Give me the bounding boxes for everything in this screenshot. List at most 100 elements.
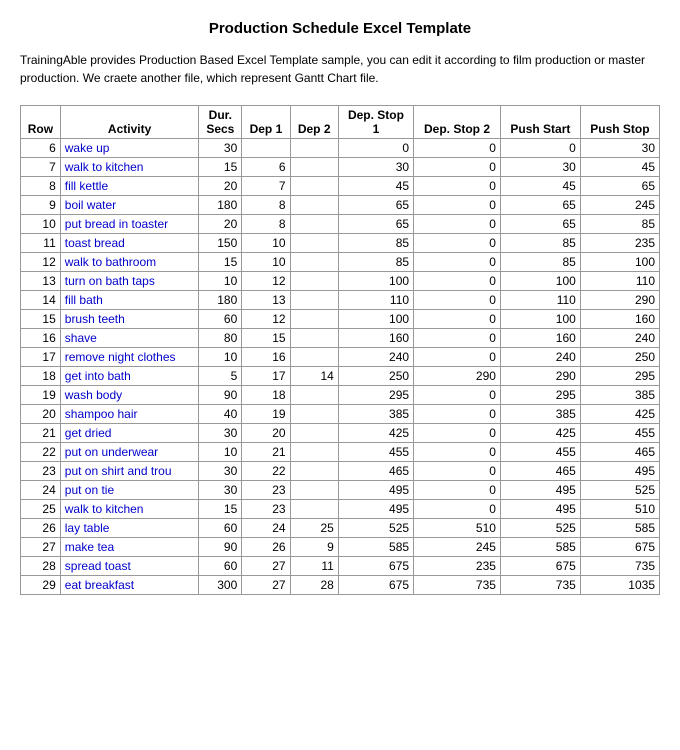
- cell-dur: 30: [199, 139, 242, 158]
- cell-row-number: 18: [21, 367, 61, 386]
- cell-row-number: 15: [21, 310, 61, 329]
- cell-activity: walk to bathroom: [60, 253, 199, 272]
- table-row: 20shampoo hair40193850385425: [21, 405, 660, 424]
- cell-activity: lay table: [60, 519, 199, 538]
- cell-row-number: 29: [21, 576, 61, 595]
- cell-dep-stop2: 0: [414, 177, 501, 196]
- table-row: 12walk to bathroom151085085100: [21, 253, 660, 272]
- cell-push-stop: 240: [580, 329, 659, 348]
- cell-push-stop: 735: [580, 557, 659, 576]
- cell-row-number: 22: [21, 443, 61, 462]
- cell-dep-stop2: 0: [414, 329, 501, 348]
- cell-dep2: [290, 386, 338, 405]
- cell-dep-stop1: 585: [338, 538, 413, 557]
- cell-dep1: 17: [242, 367, 290, 386]
- cell-push-start: 45: [500, 177, 580, 196]
- table-row: 11toast bread1501085085235: [21, 234, 660, 253]
- cell-dep1: 26: [242, 538, 290, 557]
- cell-push-start: 100: [500, 272, 580, 291]
- cell-push-start: 675: [500, 557, 580, 576]
- cell-dep-stop2: 735: [414, 576, 501, 595]
- cell-row-number: 27: [21, 538, 61, 557]
- cell-push-start: 525: [500, 519, 580, 538]
- table-row: 9boil water180865065245: [21, 196, 660, 215]
- cell-dep1: 12: [242, 310, 290, 329]
- cell-dur: 180: [199, 196, 242, 215]
- col-header-push-stop: Push Stop: [580, 106, 659, 139]
- cell-activity: eat breakfast: [60, 576, 199, 595]
- cell-dep-stop2: 290: [414, 367, 501, 386]
- cell-activity: get into bath: [60, 367, 199, 386]
- cell-dep-stop2: 0: [414, 500, 501, 519]
- cell-push-stop: 235: [580, 234, 659, 253]
- col-header-push-start: Push Start: [500, 106, 580, 139]
- cell-push-start: 85: [500, 234, 580, 253]
- cell-dep2: 25: [290, 519, 338, 538]
- cell-activity: put on shirt and trou: [60, 462, 199, 481]
- cell-dep2: [290, 329, 338, 348]
- cell-push-stop: 385: [580, 386, 659, 405]
- cell-dur: 30: [199, 462, 242, 481]
- cell-row-number: 17: [21, 348, 61, 367]
- cell-dur: 90: [199, 538, 242, 557]
- cell-push-start: 100: [500, 310, 580, 329]
- cell-dep2: [290, 158, 338, 177]
- cell-dep1: 7: [242, 177, 290, 196]
- cell-dep2: [290, 481, 338, 500]
- cell-dep2: [290, 196, 338, 215]
- cell-dur: 20: [199, 177, 242, 196]
- cell-dep2: 14: [290, 367, 338, 386]
- cell-dep2: [290, 177, 338, 196]
- cell-dep-stop1: 100: [338, 272, 413, 291]
- cell-dep2: [290, 234, 338, 253]
- table-row: 24put on tie30234950495525: [21, 481, 660, 500]
- cell-dep2: [290, 272, 338, 291]
- cell-row-number: 10: [21, 215, 61, 234]
- cell-row-number: 12: [21, 253, 61, 272]
- table-row: 17remove night clothes10162400240250: [21, 348, 660, 367]
- cell-push-stop: 585: [580, 519, 659, 538]
- cell-dur: 5: [199, 367, 242, 386]
- cell-dep-stop2: 0: [414, 234, 501, 253]
- cell-dep-stop1: 465: [338, 462, 413, 481]
- cell-row-number: 16: [21, 329, 61, 348]
- cell-dep-stop1: 425: [338, 424, 413, 443]
- cell-row-number: 19: [21, 386, 61, 405]
- table-row: 18get into bath51714250290290295: [21, 367, 660, 386]
- cell-dep1: [242, 139, 290, 158]
- cell-dep-stop1: 160: [338, 329, 413, 348]
- cell-dep-stop1: 45: [338, 177, 413, 196]
- cell-row-number: 23: [21, 462, 61, 481]
- cell-push-stop: 245: [580, 196, 659, 215]
- cell-activity: get dried: [60, 424, 199, 443]
- cell-dep-stop2: 0: [414, 310, 501, 329]
- cell-dep-stop2: 0: [414, 291, 501, 310]
- cell-push-stop: 295: [580, 367, 659, 386]
- cell-dep1: 16: [242, 348, 290, 367]
- cell-dep2: [290, 405, 338, 424]
- table-row: 7walk to kitchen1563003045: [21, 158, 660, 177]
- cell-dep1: 27: [242, 576, 290, 595]
- cell-dep-stop2: 0: [414, 443, 501, 462]
- cell-activity: shampoo hair: [60, 405, 199, 424]
- cell-dur: 20: [199, 215, 242, 234]
- cell-push-start: 240: [500, 348, 580, 367]
- cell-dep-stop1: 455: [338, 443, 413, 462]
- cell-push-stop: 65: [580, 177, 659, 196]
- cell-push-stop: 510: [580, 500, 659, 519]
- cell-row-number: 21: [21, 424, 61, 443]
- cell-dep2: [290, 215, 338, 234]
- cell-dur: 90: [199, 386, 242, 405]
- cell-activity: brush teeth: [60, 310, 199, 329]
- cell-dep2: [290, 348, 338, 367]
- cell-push-start: 385: [500, 405, 580, 424]
- table-row: 25walk to kitchen15234950495510: [21, 500, 660, 519]
- cell-dep1: 23: [242, 481, 290, 500]
- cell-push-stop: 525: [580, 481, 659, 500]
- cell-activity: walk to kitchen: [60, 158, 199, 177]
- cell-row-number: 14: [21, 291, 61, 310]
- cell-dep-stop2: 0: [414, 272, 501, 291]
- cell-dep1: 12: [242, 272, 290, 291]
- cell-dep-stop2: 0: [414, 424, 501, 443]
- cell-push-start: 585: [500, 538, 580, 557]
